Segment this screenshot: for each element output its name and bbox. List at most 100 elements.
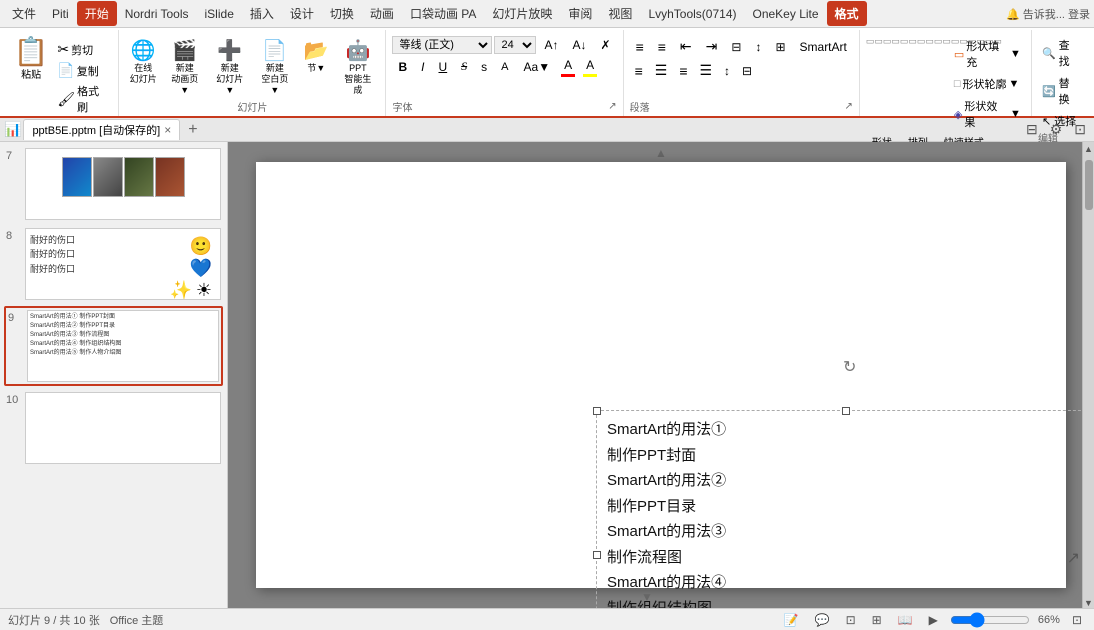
new-slide-button[interactable]: ➕ 新建 幻灯片▼ — [208, 36, 251, 97]
menu-pocket[interactable]: 口袋动画 PA — [402, 1, 484, 26]
slide-thumb-7 — [25, 148, 221, 220]
paste-button[interactable]: 📋 粘贴 — [10, 36, 52, 83]
slides-group-label: 幻灯片 — [237, 99, 267, 114]
settings-icon[interactable]: ⚙ — [1046, 120, 1067, 139]
underline-button[interactable]: U — [433, 58, 454, 76]
view-reading-button[interactable]: 📖 — [894, 613, 917, 627]
align-right-button[interactable]: ≡ — [674, 60, 692, 82]
format-paint-button[interactable]: 🖌格式刷 — [54, 82, 112, 116]
menu-nordri[interactable]: Nordri Tools — [117, 3, 197, 25]
copy-button[interactable]: 📄复制 — [54, 61, 112, 80]
align-text-button[interactable]: ⊞ — [769, 38, 791, 56]
smartart-button[interactable]: SmartArt — [794, 38, 853, 56]
scroll-down-button[interactable]: ▼ — [641, 590, 653, 604]
view-slideshow-button[interactable]: ▶ — [925, 613, 942, 627]
shape-outline-button[interactable]: □形状轮廓▼ — [950, 74, 1025, 94]
menu-islide[interactable]: iSlide — [197, 3, 242, 25]
handle-tc[interactable] — [842, 407, 850, 415]
notes-button[interactable]: 📝 — [780, 613, 803, 627]
menu-file[interactable]: 文件 — [4, 1, 44, 26]
slide-item-10[interactable]: 10 — [4, 390, 223, 466]
slide-item-7[interactable]: 7 — [4, 146, 223, 222]
text-box[interactable]: SmartArt的用法① 制作PPT封面 SmartArt的用法② 制作PPT目… — [596, 410, 1094, 608]
menu-lvyh[interactable]: LvyhTools(0714) — [640, 3, 744, 25]
highlight-button[interactable]: A — [580, 56, 600, 74]
italic-button[interactable]: I — [415, 58, 430, 76]
scroll-up-button[interactable]: ▲ — [655, 146, 667, 160]
shadow-button[interactable]: s — [475, 58, 493, 76]
increase-indent-button[interactable]: ⇥ — [700, 36, 724, 57]
ribbon-group-slides: 🌐 在线 幻灯片 🎬 新建 动画页▼ ➕ 新建 幻灯片▼ 📄 新建 空白页▼ 📂 — [119, 30, 386, 116]
zoom-fit-button[interactable]: ⊡ — [1068, 613, 1086, 627]
col-spacing-button[interactable]: ⊟ — [737, 61, 757, 81]
slide-thumb-8: 耐好的伤口 耐好的伤口 耐好的伤口 🙂 💙 ☀ ✨ — [25, 228, 221, 300]
new-anim-button[interactable]: 🎬 新建 动画页▼ — [163, 36, 206, 97]
ribbon-group-edit: 🔍查找 🔄替换 ↖选择 编辑 — [1032, 30, 1090, 116]
handle-tl[interactable] — [593, 407, 601, 415]
font-grow-button[interactable]: A↑ — [538, 36, 564, 54]
shape-effect-button[interactable]: ◈形状效果▼ — [950, 96, 1025, 132]
slide-canvas: ↻ SmartArt的用法① 制作PPT封面 SmartArt的用法② 制作PP… — [256, 162, 1066, 588]
strikethrough-button[interactable]: S — [455, 57, 473, 76]
change-case-button[interactable]: Aa▼ — [518, 58, 557, 76]
align-center-button[interactable]: ☰ — [650, 59, 673, 82]
clear-format-button[interactable]: ✗ — [595, 36, 617, 54]
slide-thumb-10 — [25, 392, 221, 464]
ribbon-group-draw: ▭▭▭▭▭▭▭▭▭▭▭▭▭▭▭▭ ▭形状填充▼ □形状轮廓▼ ◈形状效果▼ 形状 — [860, 30, 1032, 116]
menu-view[interactable]: 视图 — [600, 1, 640, 26]
decrease-indent-button[interactable]: ⇤ — [674, 36, 698, 57]
slide-panel: 7 8 耐好的伤口 耐好的伤口 耐好的伤口 🙂 — [0, 142, 228, 608]
text-box-content: SmartArt的用法① 制作PPT封面 SmartArt的用法② 制作PPT目… — [597, 411, 1094, 608]
replace-button[interactable]: 🔄替换 — [1038, 74, 1084, 108]
font-color-button[interactable]: A — [558, 56, 578, 74]
section-button[interactable]: 📂 节▼ — [298, 36, 334, 76]
menu-right: 🔔 告诉我... 登录 — [1006, 6, 1090, 22]
menu-slideshow[interactable]: 幻灯片放映 — [484, 1, 560, 26]
menu-insert[interactable]: 插入 — [242, 1, 282, 26]
bullets-button[interactable]: ≡ — [630, 37, 650, 57]
menu-onekey[interactable]: OneKey Lite — [745, 3, 827, 25]
shape-fill-button[interactable]: ▭形状填充▼ — [950, 36, 1025, 72]
menu-transitions[interactable]: 切换 — [322, 1, 362, 26]
align-left-button[interactable]: ≡ — [630, 60, 648, 82]
slide-item-8[interactable]: 8 耐好的伤口 耐好的伤口 耐好的伤口 🙂 💙 ☀ ✨ — [4, 226, 223, 302]
file-tab[interactable]: pptB5E.pptm [自动保存的] × — [23, 119, 180, 140]
menu-home[interactable]: 开始 — [77, 1, 117, 26]
menu-piti[interactable]: Piti — [44, 3, 77, 25]
file-tab-name: pptB5E.pptm [自动保存的] — [32, 122, 160, 138]
justify-button[interactable]: ☰ — [694, 59, 717, 82]
menu-design[interactable]: 设计 — [282, 1, 322, 26]
file-close-icon[interactable]: × — [164, 123, 171, 137]
numbering-button[interactable]: ≡ — [652, 37, 672, 57]
ribbon: 📋 粘贴 ✂剪切 📄复制 🖌格式刷 剪贴板 — [0, 28, 1094, 118]
statusbar-right: 📝 💬 ⊡ ⊞ 📖 ▶ 66% ⊡ — [780, 612, 1086, 628]
slide-item-9[interactable]: 9 SmartArt的用法① 制作PPT封面 SmartArt的用法② 制作PP… — [4, 306, 223, 386]
bold-button[interactable]: B — [392, 58, 413, 76]
char-space-button[interactable]: A — [495, 59, 515, 75]
menu-animations[interactable]: 动画 — [362, 1, 402, 26]
handle-ml[interactable] — [593, 551, 601, 559]
find-button[interactable]: 🔍查找 — [1038, 36, 1084, 70]
online-slide-button[interactable]: 🌐 在线 幻灯片 — [125, 36, 161, 87]
font-name-select[interactable]: 等线 (正文) — [392, 36, 492, 54]
ppt-ai-button[interactable]: 🤖 PPT 智能生成 — [336, 36, 379, 97]
collapse-ribbon-icon[interactable]: ⊟ — [1022, 120, 1042, 139]
comments-button[interactable]: 💬 — [811, 613, 834, 627]
statusbar: 幻灯片 9 / 共 10 张 Office 主题 📝 💬 ⊡ ⊞ 📖 ▶ 66%… — [0, 608, 1094, 630]
new-blank-button[interactable]: 📄 新建 空白页▼ — [253, 36, 296, 97]
view-sort-button[interactable]: ⊞ — [868, 613, 886, 627]
menu-review[interactable]: 审阅 — [560, 1, 600, 26]
right-scrollbar[interactable]: ▲ ▼ — [1082, 142, 1094, 608]
expand-icon[interactable]: ⊡ — [1070, 120, 1090, 139]
cut-button[interactable]: ✂剪切 — [54, 40, 112, 59]
columns-button[interactable]: ⊟ — [725, 38, 747, 56]
line-spacing-button[interactable]: ↕ — [719, 61, 735, 81]
zoom-slider[interactable] — [950, 612, 1030, 628]
new-tab-button[interactable]: + — [182, 119, 203, 141]
font-size-select[interactable]: 24 — [494, 36, 536, 54]
text-dir-button[interactable]: ↕ — [749, 38, 767, 56]
font-shrink-button[interactable]: A↓ — [567, 36, 593, 54]
view-normal-button[interactable]: ⊡ — [842, 613, 860, 627]
menu-format[interactable]: 格式 — [827, 1, 867, 26]
canvas-area: ▲ ↻ SmartArt的用法① 制作PPT封面 Smar — [228, 142, 1094, 608]
